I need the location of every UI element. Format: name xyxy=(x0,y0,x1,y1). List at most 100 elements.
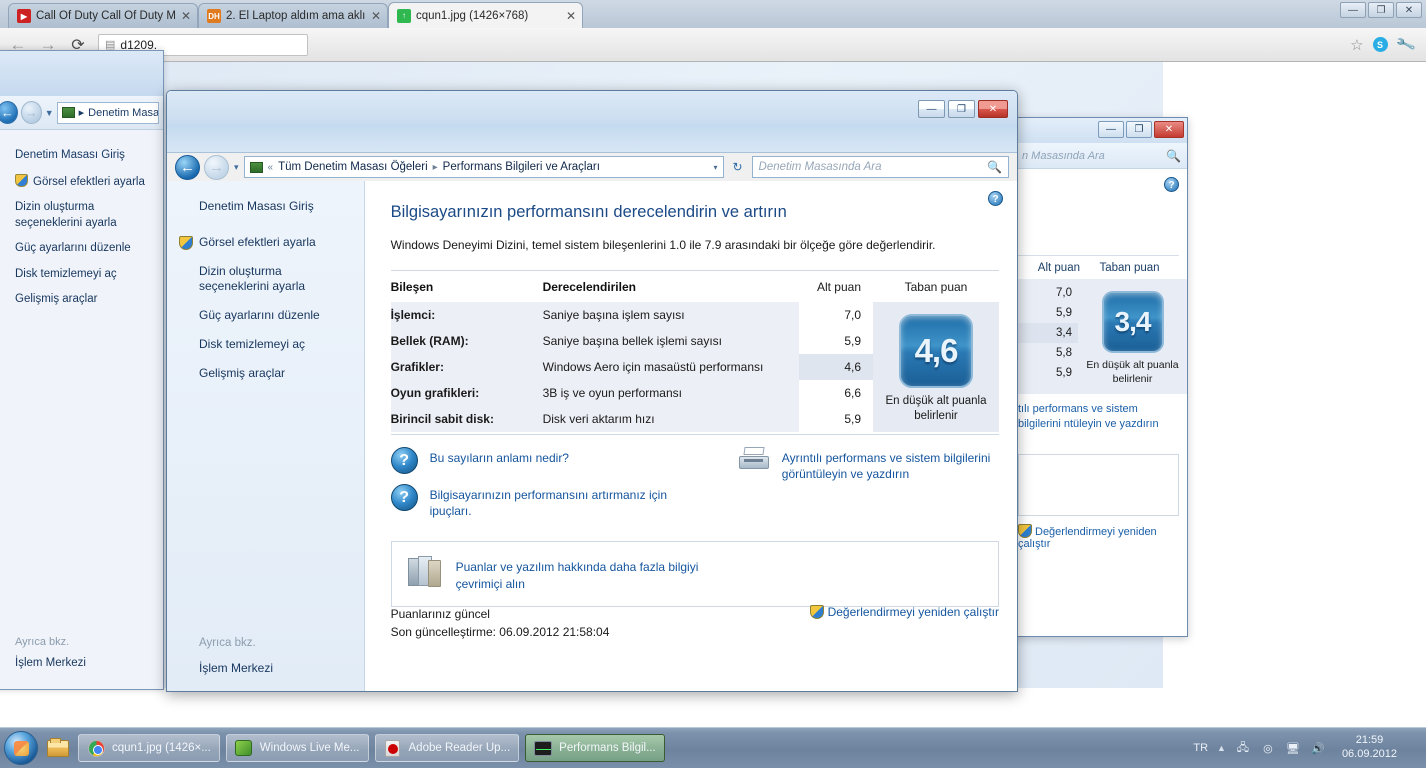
window-performance-background[interactable]: — ❐ ✕ n Masasında Ara 🔍 ? Alt puan Taban… xyxy=(1013,117,1188,637)
sidebar-item-power[interactable]: Güç ayarlarını düzenle xyxy=(15,241,145,257)
help-button[interactable]: ? xyxy=(988,189,1003,207)
sidebar-item-advanced-tools[interactable]: Gelişmiş araçlar xyxy=(199,366,352,382)
close-button[interactable]: ✕ xyxy=(1154,121,1184,138)
window-back-table-head: Alt puan Taban puan xyxy=(1016,256,1187,279)
taskbar-button-label: cqun1.jpg (1426×... xyxy=(112,742,211,754)
shield-icon[interactable]: ◎ xyxy=(1260,740,1276,756)
search-icon[interactable]: 🔍 xyxy=(987,160,1002,174)
minimize-button[interactable]: — xyxy=(1098,121,1124,138)
window-left-breadcrumb[interactable]: ▸ Denetim Masas xyxy=(56,101,159,124)
sidebar-item-power[interactable]: Güç ayarlarını düzenle xyxy=(199,308,352,324)
sidebar-item-disk-cleanup[interactable]: Disk temizlemeyi aç xyxy=(15,267,145,283)
software-box-icon xyxy=(407,556,442,588)
breadcrumb[interactable]: « Tüm Denetim Masası Öğeleri ▸ Performan… xyxy=(243,156,724,178)
bookmark-star-icon[interactable]: ☆ xyxy=(1350,36,1363,54)
show-hidden-icons-chevron-up-icon[interactable]: ▲ xyxy=(1217,743,1226,753)
close-icon[interactable]: ✕ xyxy=(371,9,381,23)
monitor-icon[interactable]: 🖥 xyxy=(1285,740,1301,756)
sidebar-item-home[interactable]: Denetim Masası Giriş xyxy=(15,148,145,164)
taskbar-button[interactable]: Adobe Reader Up... xyxy=(374,734,520,762)
what-do-numbers-mean-link[interactable]: Bu sayıların anlamı nedir? xyxy=(430,447,569,466)
learn-more-online-link[interactable]: Puanlar ve yazılım hakkında daha fazla b… xyxy=(456,556,706,591)
improve-performance-tips-link[interactable]: Bilgisayarınızın performansını artırmanı… xyxy=(430,484,680,519)
browser-maximize-button[interactable]: ❐ xyxy=(1368,2,1394,18)
sidebar-item-visual-effects[interactable]: Görsel efektleri ayarla xyxy=(15,173,145,191)
volume-icon[interactable]: 🔊 xyxy=(1310,740,1326,756)
sidebar-item-indexing[interactable]: Dizin oluşturma seçeneklerini ayarla xyxy=(15,200,145,231)
window-control-panel-left[interactable]: ← → ▼ ▸ Denetim Masas Denetim Masası Gir… xyxy=(0,50,164,690)
col-header-basescore: Taban puan xyxy=(904,280,968,294)
browser-tab-3[interactable]: ↑ cqun1.jpg (1426×768) ✕ xyxy=(388,2,583,28)
window-left-titlebar[interactable] xyxy=(0,51,163,96)
help-icon[interactable]: ? xyxy=(988,191,1003,206)
taskbar-button-active[interactable]: Performans Bilgil... xyxy=(525,734,666,762)
sidebar-item-visual-effects[interactable]: Görsel efektleri ayarla xyxy=(179,235,352,251)
window-performance-main[interactable]: — ❐ ✕ ← → ▾ « Tüm Denetim Masası Öğeleri… xyxy=(166,90,1018,692)
back-icon[interactable]: ← xyxy=(175,154,200,180)
shield-icon xyxy=(15,173,28,187)
browser-close-button[interactable]: ✕ xyxy=(1396,2,1422,18)
browser-minimize-button[interactable]: — xyxy=(1340,2,1366,18)
print-details-link[interactable]: Ayrıntılı performans ve sistem bilgileri… xyxy=(782,447,999,482)
wrench-menu-icon[interactable]: 🔧 xyxy=(1394,34,1416,56)
window-main-titlebar[interactable] xyxy=(167,91,1017,153)
see-also-header: Ayrıca bkz. xyxy=(199,637,256,649)
chevron-down-icon[interactable]: ▾ xyxy=(714,163,718,172)
window-back-search[interactable]: n Masasında Ara 🔍 xyxy=(1016,143,1187,169)
window-back-print-link[interactable]: tılı performans ve sistem bilgilerini nt… xyxy=(1016,394,1187,432)
window-main-controls: — ❐ ✕ xyxy=(918,100,1008,118)
taskbar-button[interactable]: Windows Live Me... xyxy=(225,734,369,762)
base-score-value: 4,6 xyxy=(914,332,959,370)
breadcrumb-part-2[interactable]: Performans Bilgileri ve Araçları xyxy=(443,161,600,173)
close-icon[interactable]: ✕ xyxy=(181,9,191,23)
dh-icon: DH xyxy=(207,9,221,23)
start-button[interactable] xyxy=(4,731,38,765)
taskbar-button[interactable]: cqun1.jpg (1426×... xyxy=(78,734,220,762)
refresh-icon[interactable]: ↻ xyxy=(728,157,748,177)
window-back-rerun-link[interactable]: Değerlendirmeyi yeniden çalıştır xyxy=(1016,516,1187,550)
breadcrumb-chevrons[interactable]: « xyxy=(268,162,274,173)
shield-icon xyxy=(179,235,193,250)
forward-icon[interactable]: → xyxy=(204,154,229,180)
sidebar-item-indexing[interactable]: Dizin oluşturma seçeneklerini ayarla xyxy=(199,264,352,296)
cell-component: İşlemci: xyxy=(390,302,543,328)
minimize-button[interactable]: — xyxy=(918,100,945,118)
cell-base-score: 4,6 En düşük alt puanla belirlenir xyxy=(873,302,999,432)
clock[interactable]: 21:59 06.09.2012 xyxy=(1335,734,1404,762)
cell-component: Oyun grafikleri: xyxy=(390,380,543,406)
help-link-row[interactable]: ? Bu sayıların anlamı nedir? xyxy=(390,447,734,474)
skype-icon[interactable]: S xyxy=(1372,37,1388,52)
explorer-icon xyxy=(47,737,69,757)
back-icon[interactable]: ← xyxy=(0,101,18,124)
online-info-box[interactable]: Puanlar ve yazılım hakkında daha fazla b… xyxy=(390,541,999,607)
print-link-row[interactable]: Ayrıntılı performans ve sistem bilgileri… xyxy=(734,447,999,519)
recent-pages-chevron-down-icon[interactable]: ▾ xyxy=(233,162,240,173)
sidebar-item-disk-cleanup[interactable]: Disk temizlemeyi aç xyxy=(199,337,352,353)
restore-button[interactable]: ❐ xyxy=(1126,121,1152,138)
quicklaunch-explorer[interactable] xyxy=(44,734,72,762)
breadcrumb-part-1[interactable]: Tüm Denetim Masası Öğeleri xyxy=(278,161,428,173)
cell-subscore: 6,6 xyxy=(799,380,873,406)
help-icon[interactable]: ? xyxy=(1164,177,1179,192)
performance-table: Bileşen Derecelendirilen Alt puan Taban … xyxy=(390,271,999,432)
search-icon[interactable]: 🔍 xyxy=(1166,149,1181,163)
sidebar-item-advanced-tools[interactable]: Gelişmiş araçlar xyxy=(15,292,145,308)
see-also-action-center-link[interactable]: İşlem Merkezi xyxy=(199,661,273,675)
close-button[interactable]: ✕ xyxy=(978,100,1008,118)
question-icon: ? xyxy=(390,447,418,474)
sidebar-item-home[interactable]: Denetim Masası Giriş xyxy=(199,199,352,215)
close-icon[interactable]: ✕ xyxy=(566,9,576,23)
browser-tab-1[interactable]: ▶ Call Of Duty Call Of Duty M ✕ xyxy=(8,3,198,28)
language-indicator[interactable]: TR xyxy=(1193,742,1208,754)
chevron-down-icon[interactable]: ▼ xyxy=(45,108,54,118)
see-also-action-center-link[interactable]: İşlem Merkezi xyxy=(15,657,86,669)
breadcrumb-separator-icon: ▸ xyxy=(432,161,438,173)
window-back-titlebar[interactable]: — ❐ ✕ xyxy=(1016,118,1187,143)
rerun-assessment-link[interactable]: Değerlendirmeyi yeniden çalıştır xyxy=(809,605,999,619)
network-icon[interactable]: 🖧 xyxy=(1235,740,1251,756)
browser-tab-2[interactable]: DH 2. El Laptop aldım ama aklı ✕ xyxy=(198,3,388,28)
help-link-row[interactable]: ? Bilgisayarınızın performansını artırma… xyxy=(390,484,734,519)
forward-icon[interactable]: → xyxy=(20,101,42,124)
search-input[interactable]: Denetim Masasında Ara 🔍 xyxy=(751,156,1009,178)
maximize-button[interactable]: ❐ xyxy=(948,100,975,118)
